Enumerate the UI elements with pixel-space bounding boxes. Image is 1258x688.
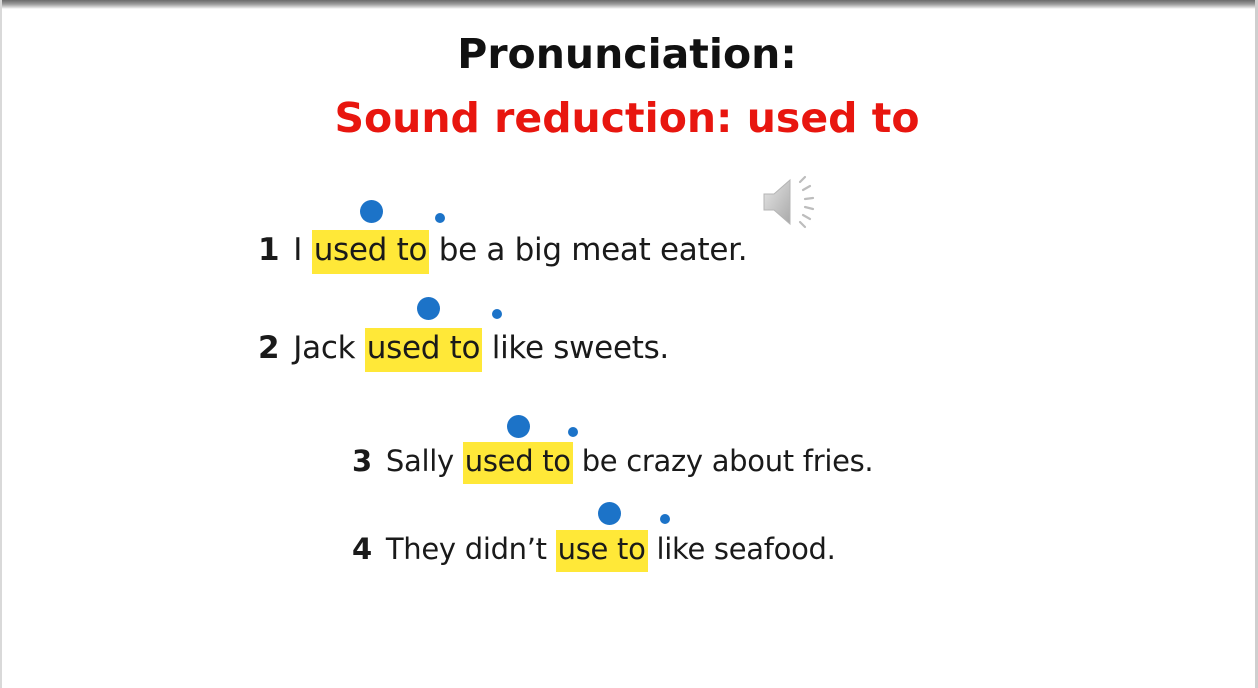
stress-dot-weak: [435, 213, 445, 223]
sentence-text-before: Jack: [293, 330, 356, 366]
stress-dot-strong: [598, 502, 621, 525]
sentence-text-after: like sweets.: [491, 330, 670, 366]
highlighted-phrase: used to: [462, 442, 573, 484]
sentence-text-before: They didn’t: [385, 532, 547, 566]
sentence-text-after: like seafood.: [656, 532, 836, 566]
sentence-1: 1I used to be a big meat eater.: [258, 229, 748, 274]
sentence-number: 3: [352, 444, 372, 478]
sentence-number: 1: [258, 232, 280, 268]
highlighted-phrase: used to: [364, 328, 483, 372]
top-border: [0, 0, 1258, 9]
stress-dot-weak: [568, 427, 578, 437]
sentence-text-before: I: [293, 232, 303, 268]
slide-subtitle: Sound reduction: used to: [334, 94, 920, 142]
stress-dot-weak: [492, 309, 502, 319]
speaker-icon[interactable]: [760, 172, 830, 232]
highlighted-phrase: used to: [311, 230, 430, 274]
stress-dot-weak: [660, 514, 670, 524]
slide: Pronunciation: Sound reduction: used to: [0, 0, 1258, 688]
slide-title: Pronunciation:: [457, 30, 797, 78]
sentence-text-after: be a big meat eater.: [438, 232, 748, 268]
sentence-3: 3 Sally used to be crazy about fries.: [352, 441, 874, 484]
sentence-number: 2: [258, 330, 280, 366]
sentence-text-after: be crazy about fries.: [581, 444, 874, 478]
stress-dot-strong: [360, 200, 383, 223]
sentence-number: 4: [352, 532, 372, 566]
sentence-4: 4 They didn’t use to like seafood.: [352, 529, 836, 572]
highlighted-phrase: use to: [555, 530, 648, 572]
sentence-text-before: Sally: [385, 444, 454, 478]
stress-dot-strong: [507, 415, 530, 438]
stress-dot-strong: [417, 297, 440, 320]
sentence-2: 2 Jack used to like sweets.: [258, 327, 670, 372]
